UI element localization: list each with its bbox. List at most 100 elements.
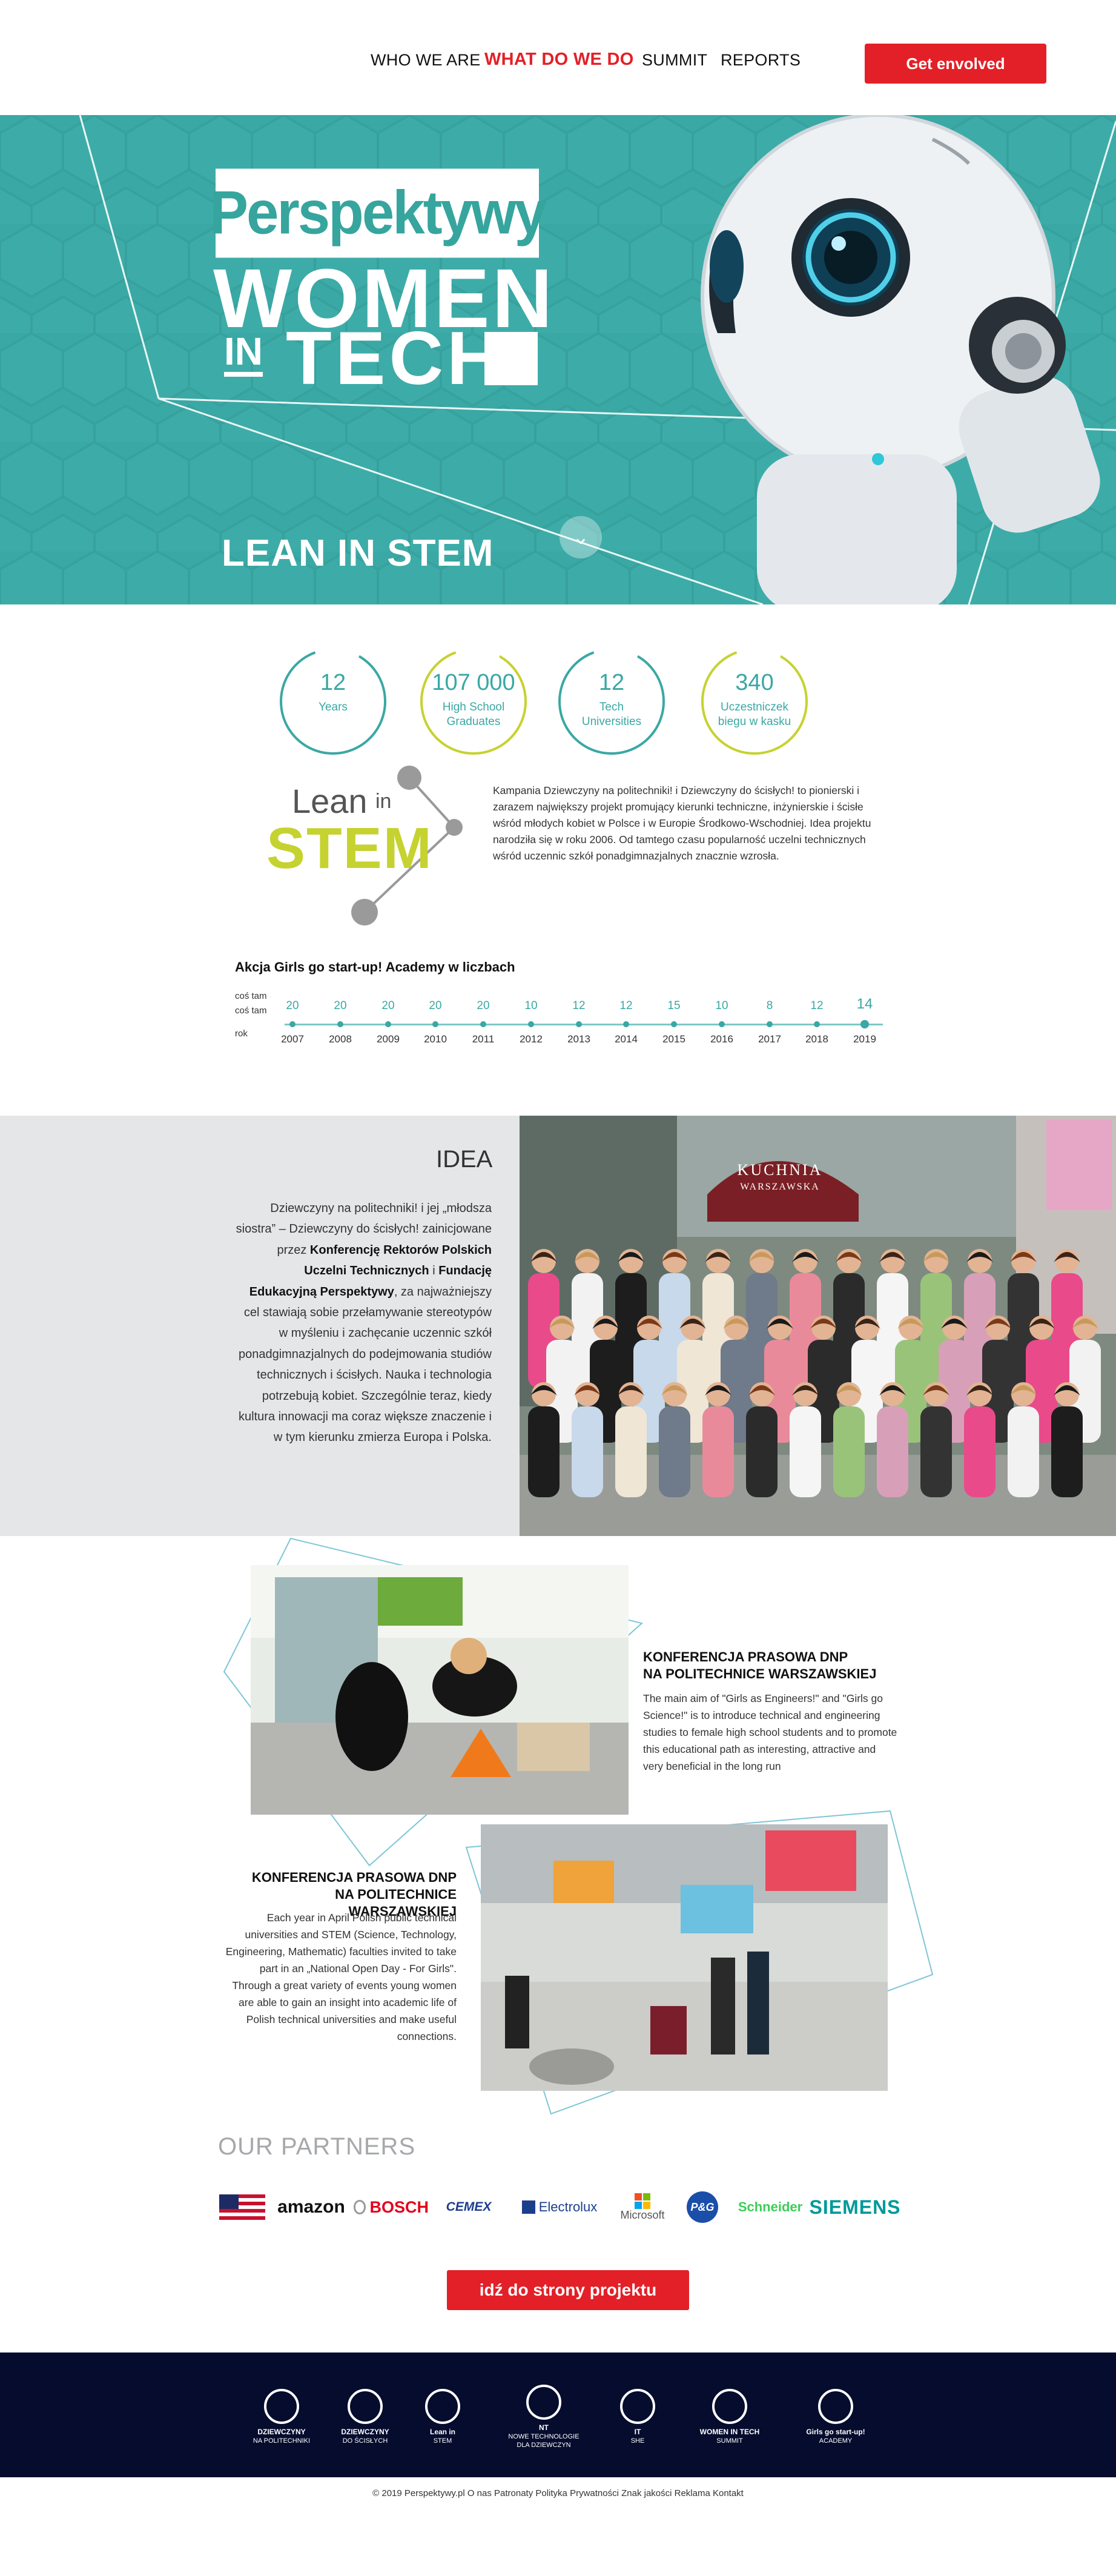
timeline-value: 12	[619, 999, 633, 1012]
footer-partner-logo[interactable]: IT SHE	[598, 2380, 677, 2453]
footer-partner-logo[interactable]: WOMEN IN TECH SUMMIT	[690, 2380, 769, 2453]
conference-1-title: KONFERENCJA PRASOWA DNP NA POLITECHNICE W…	[643, 1649, 877, 1681]
stat-label: High School Graduates	[442, 701, 505, 728]
footer-logo-line: SUMMIT	[716, 2437, 743, 2445]
timeline-year: 2007	[281, 1033, 304, 1045]
conference-1-text: The main aim of "Girls as Engineers!" an…	[643, 1692, 897, 1772]
footer-partner-logo[interactable]: NT NOWE TECHNOLOGIE DLA DZIEWCZYN	[501, 2380, 586, 2453]
timeline-year: 2017	[758, 1033, 781, 1045]
footer-partner-logo[interactable]: DZIEWCZYNY DO ŚCISŁYCH	[332, 2380, 398, 2453]
stat-value: 12	[320, 670, 346, 695]
hero-banner: ⌄	[0, 115, 1116, 604]
timeline-value: 12	[810, 999, 824, 1012]
hero-title: LEAN IN STEM	[222, 532, 494, 574]
timeline-dot	[528, 1021, 534, 1027]
timeline-year: 2018	[805, 1033, 828, 1045]
timeline-row-label: coś tam	[235, 991, 267, 1001]
timeline-year: 2019	[853, 1033, 876, 1045]
timeline-value: 15	[667, 999, 681, 1012]
stat-label: Years	[319, 701, 348, 714]
stat-circle: 107 000 High School Graduates	[419, 647, 528, 756]
idea-title: IDEA	[436, 1146, 493, 1173]
cemex-logo[interactable]: CEMEX	[437, 2193, 500, 2222]
project-page-button[interactable]: idź do strony projektu	[447, 2270, 689, 2310]
timeline-year: 2010	[424, 1033, 447, 1045]
stat-label: Uczestniczek biegu w kasku	[718, 701, 791, 728]
microsoft-logo[interactable]: Microsoft	[615, 2193, 670, 2222]
footer-logo-line: NT	[539, 2423, 549, 2432]
nav-what-do-we-do[interactable]: WHAT DO WE DO	[484, 50, 634, 70]
footer-partner-logo[interactable]: Girls go start-up! ACADEMY	[781, 2380, 890, 2453]
group-photo: KUCHNIA WARSZAWSKA	[520, 1116, 1116, 1536]
bosch-logo[interactable]: BOSCH	[354, 2193, 429, 2222]
footer-logo-line: SHE	[630, 2437, 645, 2445]
stat-circle: 12 Tech Universities	[557, 647, 666, 756]
timeline-year: 2012	[520, 1033, 543, 1045]
footer-logo-line: DZIEWCZYNY	[257, 2427, 306, 2436]
timeline-year: 2016	[710, 1033, 733, 1045]
timeline-value: 20	[286, 999, 299, 1012]
timeline-dot	[623, 1021, 629, 1027]
timeline-year: 2008	[329, 1033, 352, 1045]
stat-label: Tech Universities	[581, 701, 642, 728]
stat-value: 107 000	[432, 670, 515, 695]
footer-logo-mark	[620, 2388, 655, 2424]
stat-circle: 340 Uczestniczek biegu w kasku	[700, 647, 809, 756]
footer-logo-mark	[425, 2388, 460, 2424]
timeline-title: Akcja Girls go start-up! Academy w liczb…	[235, 959, 515, 975]
amazon-logo[interactable]: amazon	[276, 2193, 346, 2222]
hero-hexagon-background	[0, 115, 1116, 604]
workshop-photo	[251, 1565, 629, 1815]
timeline-value: 10	[524, 999, 538, 1012]
footer-logo-line: STEM	[433, 2437, 452, 2445]
scroll-down-icon[interactable]: ⌄	[560, 516, 602, 558]
timeline-dot	[814, 1021, 820, 1027]
schneider-logo[interactable]: Schneider	[738, 2193, 803, 2222]
get-involved-button[interactable]: Get envolved	[865, 44, 1046, 84]
footer-logo-line: IT	[634, 2427, 641, 2436]
stat-circle: 12 Years	[279, 647, 388, 756]
footer-partner-logo[interactable]: DZIEWCZYNY NA POLITECHNIKI	[248, 2380, 315, 2453]
footer-partner-logo[interactable]: Lean in STEM	[409, 2380, 476, 2453]
timeline-axis	[285, 1024, 883, 1025]
timeline-dot	[860, 1020, 869, 1028]
usa-flag-icon[interactable]	[218, 2193, 266, 2222]
footer-logo-mark	[818, 2388, 853, 2424]
timeline-year: 2015	[662, 1033, 685, 1045]
nav-reports[interactable]: REPORTS	[721, 51, 801, 70]
timeline-value: 20	[429, 999, 442, 1012]
partners-title: OUR PARTNERS	[218, 2133, 416, 2160]
timeline-row-label: rok	[235, 1028, 248, 1039]
timeline-year: 2013	[567, 1033, 590, 1045]
nav-summit[interactable]: SUMMIT	[642, 51, 707, 70]
perspektywy-logo: Perspektywy	[210, 168, 547, 258]
electrolux-logo[interactable]: Electrolux	[518, 2193, 601, 2222]
copyright-links[interactable]: © 2019 Perspektywy.pl O nas Patronaty Po…	[0, 2488, 1116, 2498]
nav-who-we-are[interactable]: WHO WE ARE	[371, 51, 481, 70]
stat-value: 340	[735, 670, 774, 695]
footer-logo-line: Girls go start-up!	[806, 2427, 865, 2436]
site-header: WHO WE ARE WHAT DO WE DO SUMMIT REPORTS …	[0, 0, 1116, 115]
stat-value: 12	[598, 670, 625, 695]
timeline-value: 20	[381, 999, 395, 1012]
timeline-value: 20	[334, 999, 347, 1012]
timeline-value: 12	[572, 999, 586, 1012]
svg-text:WARSZAWSKA: WARSZAWSKA	[740, 1182, 820, 1192]
footer-logo-line: DO ŚCISŁYCH	[342, 2437, 388, 2445]
logo-tech-text: TECH	[286, 317, 505, 400]
timeline-dot	[432, 1021, 438, 1027]
footer-logo-line: NOWE TECHNOLOGIE DLA DZIEWCZYN	[508, 2432, 579, 2449]
footer-logo-mark	[526, 2384, 561, 2420]
pg-logo[interactable]: P&G	[685, 2191, 719, 2223]
siemens-logo[interactable]: SIEMENS	[809, 2193, 901, 2222]
timeline-dot	[480, 1021, 486, 1027]
footer-logo-line: ACADEMY	[819, 2437, 853, 2445]
timeline-year: 2011	[472, 1033, 495, 1045]
timeline-dot	[576, 1021, 582, 1027]
timeline-value: 10	[715, 999, 728, 1012]
idea-text: Dziewczyny na politechniki! i jej „młods…	[236, 1202, 492, 1445]
footer-logo-line: DZIEWCZYNY	[341, 2427, 389, 2436]
in-logo-word: in	[375, 790, 392, 813]
stem-logo-word: STEM	[266, 816, 433, 881]
timeline-row-label: coś tam	[235, 1005, 267, 1016]
